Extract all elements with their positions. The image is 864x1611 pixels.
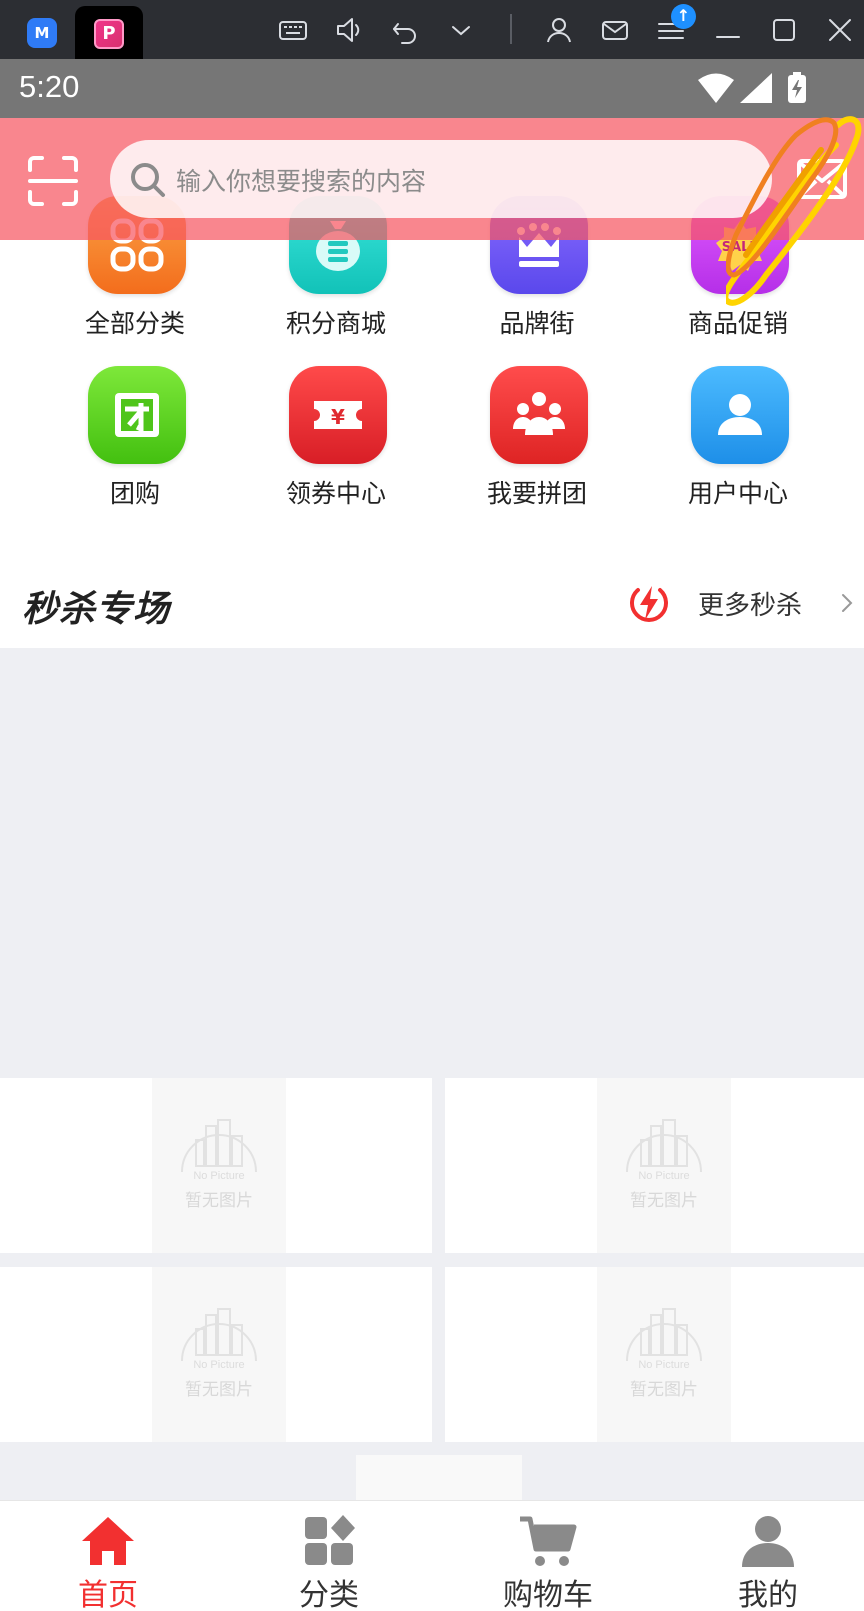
tab-label: 购物车: [503, 1578, 593, 1611]
nav-coupon-center[interactable]: ¥ 领券中心: [241, 366, 431, 516]
keyboard-icon[interactable]: [277, 14, 309, 46]
mail-icon[interactable]: [599, 14, 631, 46]
tab-label: 首页: [78, 1578, 138, 1611]
flash-sale-title: 秒杀专场: [22, 589, 171, 630]
more-flash-sale-link[interactable]: 更多秒杀: [698, 585, 802, 622]
titlebar-divider: [510, 14, 512, 44]
nav-group-buy[interactable]: 团购: [40, 366, 230, 516]
search-placeholder: 输入你想要搜索的内容: [176, 167, 427, 196]
search-header: 输入你想要搜索的内容: [0, 118, 864, 240]
product-image-placeholder: No Picture 暂无图片: [152, 1267, 286, 1442]
coupon-icon: ¥: [289, 366, 387, 464]
app-tab-icon: P: [94, 19, 124, 49]
maximize-icon[interactable]: [768, 14, 800, 46]
category-icon: [299, 1513, 359, 1569]
profile-icon: [738, 1513, 798, 1569]
message-icon[interactable]: [796, 158, 848, 200]
product-card[interactable]: No Picture 暂无图片: [445, 1267, 864, 1442]
nav-label: 我要拼团: [486, 479, 587, 508]
team-up-icon: [490, 366, 588, 464]
product-image-placeholder: No Picture 暂无图片: [597, 1078, 731, 1253]
product-image-placeholder: No Picture 暂无图片: [152, 1078, 286, 1253]
status-icons: [696, 71, 816, 107]
battery-charging-icon: [788, 72, 806, 103]
group-buy-icon: [88, 366, 186, 464]
bottom-tab-bar: 首页 分类 购物车 我的: [0, 1500, 864, 1611]
tab-home[interactable]: 首页: [0, 1501, 216, 1611]
loading-placeholder: [356, 1455, 522, 1501]
product-image-placeholder: No Picture 暂无图片: [597, 1267, 731, 1442]
app-tab[interactable]: P: [75, 6, 143, 59]
minimize-icon[interactable]: [712, 14, 744, 46]
home-icon: [78, 1513, 138, 1569]
wifi-icon: [698, 73, 734, 103]
search-icon: [128, 160, 168, 200]
nav-label: 全部分类: [84, 309, 185, 338]
nav-label: 商品促销: [687, 309, 788, 338]
status-bar: 5:20: [0, 59, 864, 118]
product-card[interactable]: No Picture 暂无图片: [445, 1078, 864, 1253]
user-center-icon: [691, 366, 789, 464]
nav-team-up[interactable]: 我要拼团: [442, 366, 632, 516]
cart-icon: [518, 1513, 578, 1569]
flash-sale-content: [0, 648, 864, 1078]
status-time: 5:20: [19, 69, 80, 104]
nav-label: 积分商城: [285, 309, 386, 338]
close-icon[interactable]: [824, 14, 856, 46]
user-icon[interactable]: [543, 14, 575, 46]
nav-label: 团购: [109, 479, 160, 508]
tab-category[interactable]: 分类: [221, 1501, 437, 1611]
product-card[interactable]: No Picture 暂无图片: [0, 1267, 432, 1442]
search-input[interactable]: 输入你想要搜索的内容: [110, 140, 772, 218]
tab-label: 我的: [738, 1578, 798, 1611]
svg-text:SALE: SALE: [722, 240, 759, 255]
chevron-down-icon[interactable]: [445, 14, 477, 46]
nav-label: 用户中心: [687, 479, 788, 508]
volume-icon[interactable]: [333, 14, 365, 46]
chevron-right-icon[interactable]: [840, 591, 854, 615]
nav-label: 领券中心: [285, 479, 386, 508]
nav-user-center[interactable]: 用户中心: [643, 366, 833, 516]
signal-icon: [740, 73, 772, 103]
emulator-logo-icon[interactable]: M: [27, 18, 57, 48]
tab-profile[interactable]: 我的: [660, 1501, 864, 1611]
tab-cart[interactable]: 购物车: [440, 1501, 656, 1611]
scan-icon[interactable]: [26, 154, 80, 208]
lightning-icon[interactable]: [628, 582, 670, 624]
flash-sale-header: 秒杀专场 更多秒杀: [0, 558, 864, 648]
tab-label: 分类: [299, 1578, 359, 1611]
update-badge[interactable]: ↑: [671, 4, 696, 29]
product-card[interactable]: No Picture 暂无图片: [0, 1078, 432, 1253]
nav-label: 品牌街: [499, 309, 575, 338]
undo-icon[interactable]: [389, 14, 421, 46]
emulator-titlebar: M P ↑: [0, 0, 864, 59]
svg-text:¥: ¥: [331, 405, 345, 429]
